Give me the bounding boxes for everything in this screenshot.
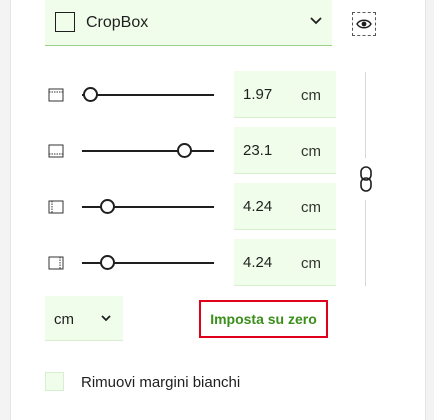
margin-bottom-value: 23.1 [243, 142, 273, 159]
crop-panel [10, 0, 426, 420]
margin-right-field[interactable]: 4.24 cm [234, 239, 336, 286]
slider-thumb[interactable] [100, 199, 116, 214]
box-square-icon [55, 12, 75, 32]
margin-top-field[interactable]: 1.97 cm [234, 71, 336, 118]
margin-right-slider[interactable] [82, 253, 214, 273]
margin-left-unit: cm [301, 199, 321, 216]
margin-left-field[interactable]: 4.24 cm [234, 183, 336, 230]
box-type-value: CropBox [86, 14, 149, 31]
margin-right-value: 4.24 [243, 254, 273, 271]
slider-thumb[interactable] [82, 87, 98, 102]
margin-top-value: 1.97 [243, 86, 273, 103]
slider-thumb[interactable] [100, 255, 116, 270]
unit-value: cm [54, 311, 74, 328]
eye-icon[interactable] [352, 12, 376, 36]
margin-right-icon [48, 256, 64, 270]
chain-link-icon[interactable] [358, 165, 374, 193]
remove-white-margins-checkbox[interactable] [45, 372, 64, 391]
margin-top-icon [48, 88, 64, 102]
link-bracket-top [365, 72, 366, 158]
margin-top-slider[interactable] [82, 85, 214, 105]
margin-bottom-slider[interactable] [82, 141, 214, 161]
margin-right-unit: cm [301, 255, 321, 272]
margin-left-value: 4.24 [243, 198, 273, 215]
remove-white-margins-label: Rimuovi margini bianchi [81, 374, 241, 391]
box-type-dropdown[interactable]: CropBox [45, 0, 332, 46]
margin-bottom-field[interactable]: 23.1 cm [234, 127, 336, 174]
unit-dropdown[interactable]: cm [45, 296, 123, 341]
margin-left-icon [48, 200, 64, 214]
margin-bottom-unit: cm [301, 143, 321, 160]
link-bracket-bottom [365, 200, 366, 286]
chevron-down-icon [310, 17, 322, 25]
margin-left-slider[interactable] [82, 197, 214, 217]
chevron-down-icon [101, 315, 111, 322]
margin-top-unit: cm [301, 87, 321, 104]
slider-thumb[interactable] [176, 143, 192, 158]
reset-to-zero-button[interactable]: Imposta su zero [199, 300, 328, 338]
margin-bottom-icon [48, 144, 64, 158]
